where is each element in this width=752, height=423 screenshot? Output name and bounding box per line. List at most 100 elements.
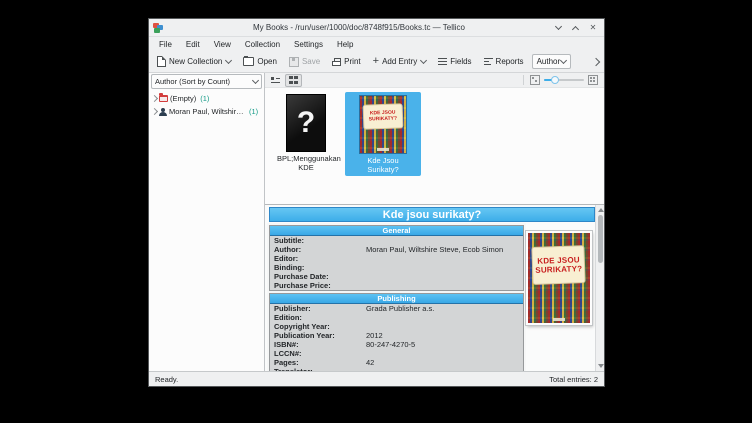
minimize-icon[interactable] — [555, 24, 563, 32]
cover-title-banner: KDE JSOU SURIKATY? — [363, 103, 403, 129]
menu-view[interactable]: View — [208, 38, 237, 51]
toolbar: New Collection Open Save Print + Add Ent… — [149, 51, 604, 73]
entry-title: Kde jsou surikaty? — [269, 207, 595, 222]
reports-icon — [484, 58, 493, 65]
field-row: Publisher:Grada Publisher a.s. — [270, 304, 523, 313]
total-entries: Total entries: 2 — [549, 375, 598, 384]
field-row: Binding: — [270, 263, 523, 272]
menu-collection[interactable]: Collection — [239, 38, 286, 51]
new-collection-button[interactable]: New Collection — [153, 54, 235, 69]
menu-file[interactable]: File — [153, 38, 178, 51]
group-tree: (Empty) (1) Moran Paul, Wiltshire Steve,… — [149, 90, 264, 120]
menu-edit[interactable]: Edit — [180, 38, 206, 51]
section-publishing: Publishing Publisher:Grada Publisher a.s… — [269, 293, 524, 371]
icon-view-toggle[interactable] — [285, 74, 302, 87]
publisher-mark — [553, 318, 565, 321]
surikaty-cover-thumbnail: KDE JSOU SURIKATY? — [359, 95, 407, 154]
cover-title-banner: KDE JSOU SURIKATY? — [532, 245, 587, 285]
entry-pane: ? BPL;Menggunakan KDE KDE JSOU SURIKATY?… — [265, 73, 604, 371]
field-row: ISBN#:80-247-4270-5 — [270, 340, 523, 349]
section-header: General — [270, 226, 523, 236]
field-row: Purchase Date: — [270, 272, 523, 281]
fields-icon — [438, 58, 447, 65]
group-item-empty[interactable]: (Empty) (1) — [149, 92, 264, 105]
section-general: General Subtitle: Author:Moran Paul, Wil… — [269, 225, 524, 291]
entry-label: BPL;Menggunakan KDE — [277, 155, 335, 172]
reports-label: Reports — [496, 57, 524, 66]
save-icon — [289, 57, 299, 67]
entry-kde-jsou-surikaty[interactable]: KDE JSOU SURIKATY? Kde Jsou Surikaty? — [345, 92, 421, 176]
group-by-value: Author — [537, 57, 561, 66]
group-label: (Empty) — [170, 94, 196, 103]
tellico-window: My Books - /run/user/1000/doc/8748f915/B… — [148, 18, 605, 387]
entry-label: Kde Jsou Surikaty? — [353, 157, 413, 174]
window-title: My Books - /run/user/1000/doc/8748f915/B… — [163, 23, 555, 32]
titlebar[interactable]: My Books - /run/user/1000/doc/8748f915/B… — [149, 19, 604, 37]
small-icons-icon[interactable] — [530, 75, 540, 85]
entry-detail-view: Kde jsou surikaty? General Subtitle: Aut… — [265, 204, 604, 371]
print-button[interactable]: Print — [328, 55, 364, 68]
chevron-right-icon — [592, 57, 600, 65]
add-entry-label: Add Entry — [382, 57, 417, 66]
detail-scrollbar[interactable] — [595, 205, 604, 371]
field-row: Author:Moran Paul, Wiltshire Steve, Ecob… — [270, 245, 523, 254]
field-row: Copyright Year: — [270, 322, 523, 331]
fields-button[interactable]: Fields — [434, 55, 475, 68]
new-document-icon — [157, 56, 166, 67]
scroll-up-icon[interactable] — [598, 208, 604, 212]
toolbar-overflow-button[interactable] — [589, 57, 603, 67]
reports-button[interactable]: Reports — [480, 55, 528, 68]
chevron-down-icon — [560, 57, 567, 64]
plus-icon: + — [373, 57, 379, 66]
group-label: Moran Paul, Wiltshire Steve, Ec... — [169, 107, 245, 116]
app-icon — [153, 23, 163, 33]
field-row: Purchase Price: — [270, 281, 523, 290]
scroll-down-icon[interactable] — [598, 364, 604, 368]
expander-icon[interactable] — [151, 95, 158, 102]
save-label: Save — [302, 57, 320, 66]
main-area: Author (Sort by Count) (Empty) (1) Moran… — [149, 73, 604, 371]
open-button[interactable]: Open — [239, 55, 281, 68]
grid-view-icon — [289, 76, 298, 84]
field-row: Pages:42 — [270, 358, 523, 367]
publisher-mark — [377, 148, 389, 151]
close-icon[interactable]: ✕ — [589, 24, 597, 32]
surikaty-cover-image: KDE JSOU SURIKATY? — [526, 231, 592, 325]
large-icons-icon[interactable] — [588, 75, 598, 85]
group-panel: Author (Sort by Count) (Empty) (1) Moran… — [149, 73, 265, 371]
group-item-author[interactable]: Moran Paul, Wiltshire Steve, Ec... (1) — [149, 105, 264, 118]
chevron-down-icon — [252, 77, 259, 84]
group-sort-select[interactable]: Author (Sort by Count) — [151, 74, 262, 89]
unknown-cover: ? — [286, 94, 326, 152]
folder-icon — [159, 95, 168, 102]
expander-icon[interactable] — [151, 108, 158, 115]
open-label: Open — [257, 57, 277, 66]
printer-icon — [332, 58, 341, 66]
menu-help[interactable]: Help — [331, 38, 359, 51]
field-row: Subtitle: — [270, 236, 523, 245]
chevron-down-icon — [420, 57, 427, 64]
save-button[interactable]: Save — [285, 55, 324, 69]
person-icon — [159, 108, 167, 116]
question-glyph: ? — [297, 106, 315, 140]
entry-bpl-menggunakan-kde[interactable]: ? BPL;Menggunakan KDE — [277, 92, 335, 172]
menu-settings[interactable]: Settings — [288, 38, 329, 51]
add-entry-button[interactable]: + Add Entry — [369, 55, 431, 68]
group-sort-value: Author (Sort by Count) — [155, 77, 230, 86]
maximize-icon[interactable] — [572, 24, 580, 32]
group-count: (1) — [200, 94, 209, 103]
section-header: Publishing — [270, 294, 523, 304]
view-header — [265, 73, 604, 88]
group-count: (1) — [249, 107, 258, 116]
list-view-toggle[interactable] — [268, 75, 283, 86]
scrollbar-thumb[interactable] — [598, 215, 603, 263]
statusbar: Ready. Total entries: 2 — [149, 371, 604, 386]
list-view-icon — [271, 77, 280, 84]
field-row: Publication Year:2012 — [270, 331, 523, 340]
icon-size-slider[interactable] — [544, 76, 584, 84]
icon-size-control — [523, 75, 601, 85]
new-collection-label: New Collection — [169, 57, 222, 66]
slider-handle[interactable] — [551, 76, 559, 84]
open-folder-icon — [243, 57, 254, 66]
group-by-select[interactable]: Author — [532, 54, 572, 69]
